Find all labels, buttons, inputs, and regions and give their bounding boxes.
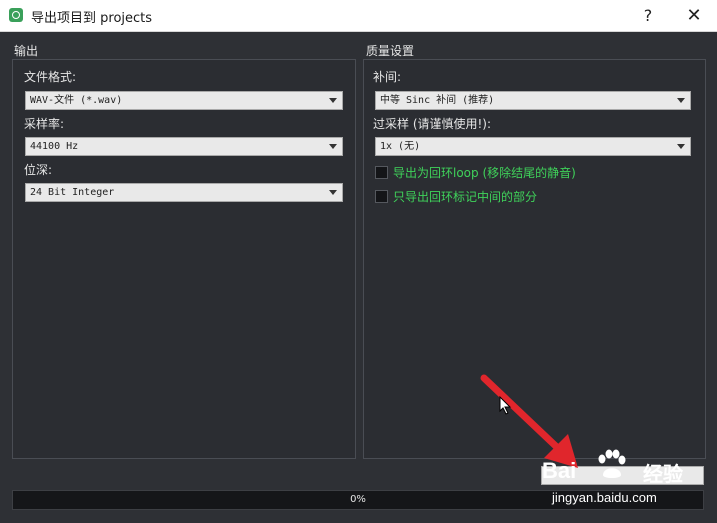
interpolation-label: 补间: bbox=[373, 70, 402, 84]
chevron-down-icon bbox=[329, 144, 337, 149]
interpolation-value: 中等 Sinc 补间 (推荐) bbox=[380, 95, 495, 106]
bit-depth-select[interactable]: 24 Bit Integer bbox=[25, 183, 343, 202]
export-loop-markers-checkbox[interactable] bbox=[375, 190, 388, 203]
sample-rate-value: 44100 Hz bbox=[30, 141, 79, 152]
file-format-select[interactable]: WAV-文件 (*.wav) bbox=[25, 91, 343, 110]
sample-rate-select[interactable]: 44100 Hz bbox=[25, 137, 343, 156]
title-bar: 导出项目到 projects ? ✕ bbox=[0, 0, 717, 32]
app-icon bbox=[9, 8, 23, 22]
chevron-down-icon bbox=[677, 98, 685, 103]
export-loop-markers-label[interactable]: 只导出回环标记中间的部分 bbox=[393, 188, 537, 205]
quality-section-title: 质量设置 bbox=[366, 44, 415, 58]
close-button[interactable]: ✕ bbox=[674, 0, 714, 31]
oversampling-label: 过采样 (请谨慎使用!): bbox=[373, 117, 492, 131]
export-loop-label[interactable]: 导出为回环loop (移除结尾的静音) bbox=[393, 164, 576, 181]
bit-depth-label: 位深: bbox=[24, 163, 53, 177]
watermark-url: jingyan.baidu.com bbox=[552, 490, 657, 505]
watermark-brand: Bai bbox=[542, 458, 577, 483]
output-panel: 文件格式: WAV-文件 (*.wav) 采样率: 44100 Hz 位深: 2… bbox=[12, 59, 356, 459]
export-loop-checkbox[interactable] bbox=[375, 166, 388, 179]
chevron-down-icon bbox=[329, 98, 337, 103]
bit-depth-value: 24 Bit Integer bbox=[30, 187, 115, 198]
paw-icon bbox=[598, 449, 626, 478]
file-format-label: 文件格式: bbox=[24, 70, 77, 84]
window-title: 导出项目到 projects bbox=[31, 11, 153, 26]
output-section-title: 输出 bbox=[14, 44, 39, 58]
chevron-down-icon bbox=[677, 144, 685, 149]
sample-rate-label: 采样率: bbox=[24, 117, 65, 131]
oversampling-select[interactable]: 1x (无) bbox=[375, 137, 691, 156]
oversampling-value: 1x (无) bbox=[380, 141, 421, 152]
watermark-name: 经验 bbox=[643, 462, 683, 486]
baidu-watermark: Bai 经验 jingyan.baidu.com bbox=[540, 446, 710, 516]
chevron-down-icon bbox=[329, 190, 337, 195]
interpolation-select[interactable]: 中等 Sinc 补间 (推荐) bbox=[375, 91, 691, 110]
file-format-value: WAV-文件 (*.wav) bbox=[30, 95, 123, 106]
mouse-cursor-icon bbox=[499, 396, 512, 415]
help-button[interactable]: ? bbox=[628, 0, 668, 31]
